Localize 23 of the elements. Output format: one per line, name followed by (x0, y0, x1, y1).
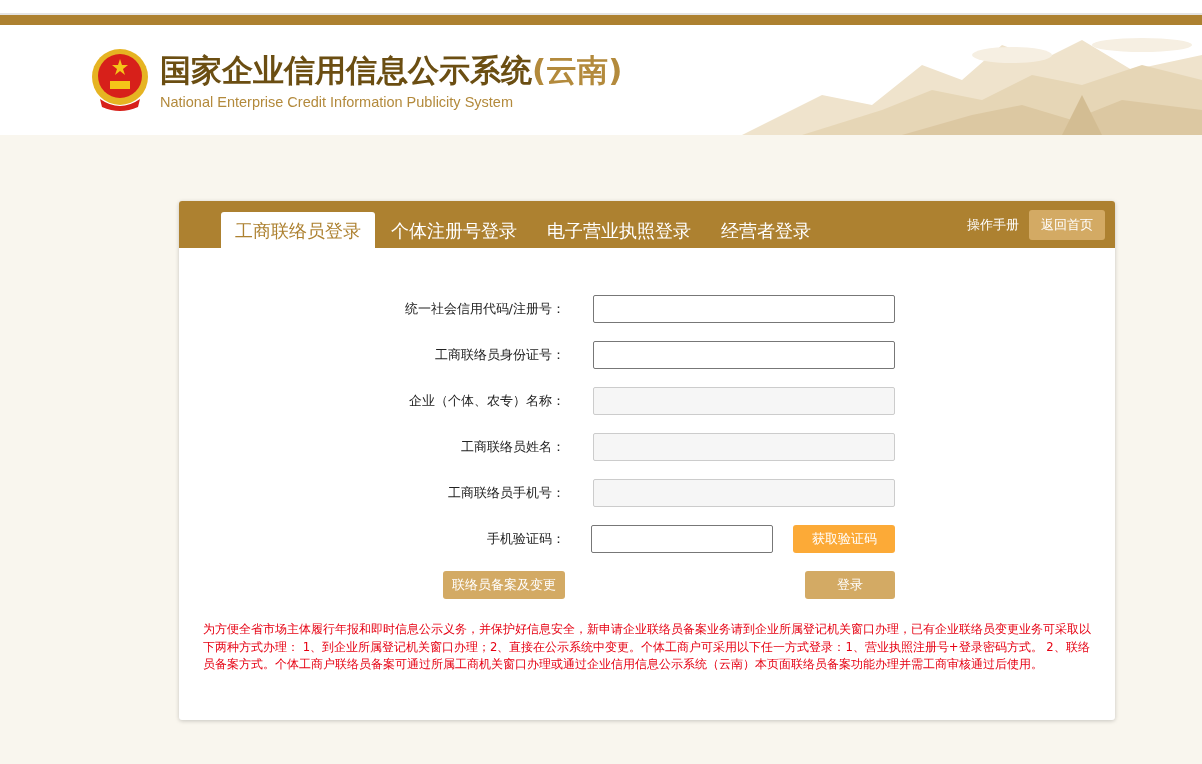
code-input-field[interactable] (591, 525, 773, 553)
register-button[interactable]: 联络员备案及变更 (443, 571, 565, 599)
site-subtitle: National Enterprise Credit Information Publicity System (160, 94, 514, 110)
input-field[interactable] (593, 341, 895, 369)
field-label: 工商联络员身份证号： (434, 346, 565, 364)
site-title: 国家企业信用信息公示系统 (160, 51, 532, 90)
login-tab[interactable]: 个体注册号登录 (377, 212, 531, 248)
field-label: 工商联络员手机号： (447, 484, 565, 502)
login-button[interactable]: 登录 (805, 571, 895, 599)
login-tab[interactable]: 工商联络员登录 (221, 212, 375, 248)
field-label: 统一社会信用代码/注册号： (403, 300, 565, 318)
field-label: 企业（个体、农专）名称： (408, 392, 565, 410)
region-title: (云南) (532, 51, 623, 90)
get-code-button[interactable]: 获取验证码 (793, 525, 895, 553)
field-label: 手机验证码： (486, 530, 565, 548)
emblem-icon (90, 47, 150, 113)
field-label: 工商联络员姓名： (460, 438, 565, 456)
manual-link[interactable]: 操作手册 (967, 215, 1019, 234)
input-field[interactable] (593, 295, 895, 323)
home-button[interactable]: 返回首页 (1029, 209, 1105, 240)
login-tab[interactable]: 电子营业执照登录 (533, 212, 705, 248)
notice-text: 为方便全省市场主体履行年报和即时信息公示义务，并保护好信息安全，新申请企业联络员备案业务请到企业所属登记机关窗口办理，已有企业联络员变更业务可采取以下两种方式办理： 1、到企业所属登记机关窗口办理；2、直接在公示系统中变更。个体工商户可采用以下任一方式登录：1、营业执照注册号+登录密码方式。 2、联络员备案方式。个体工商户联络员备案可通过所属工商机关窗口办理或通过企业信用信息公示系统（云南）本页面联络员备案功能办理并需工商审核通过后使用。 (203, 621, 1091, 673)
login-tab[interactable]: 经营者登录 (707, 212, 825, 248)
